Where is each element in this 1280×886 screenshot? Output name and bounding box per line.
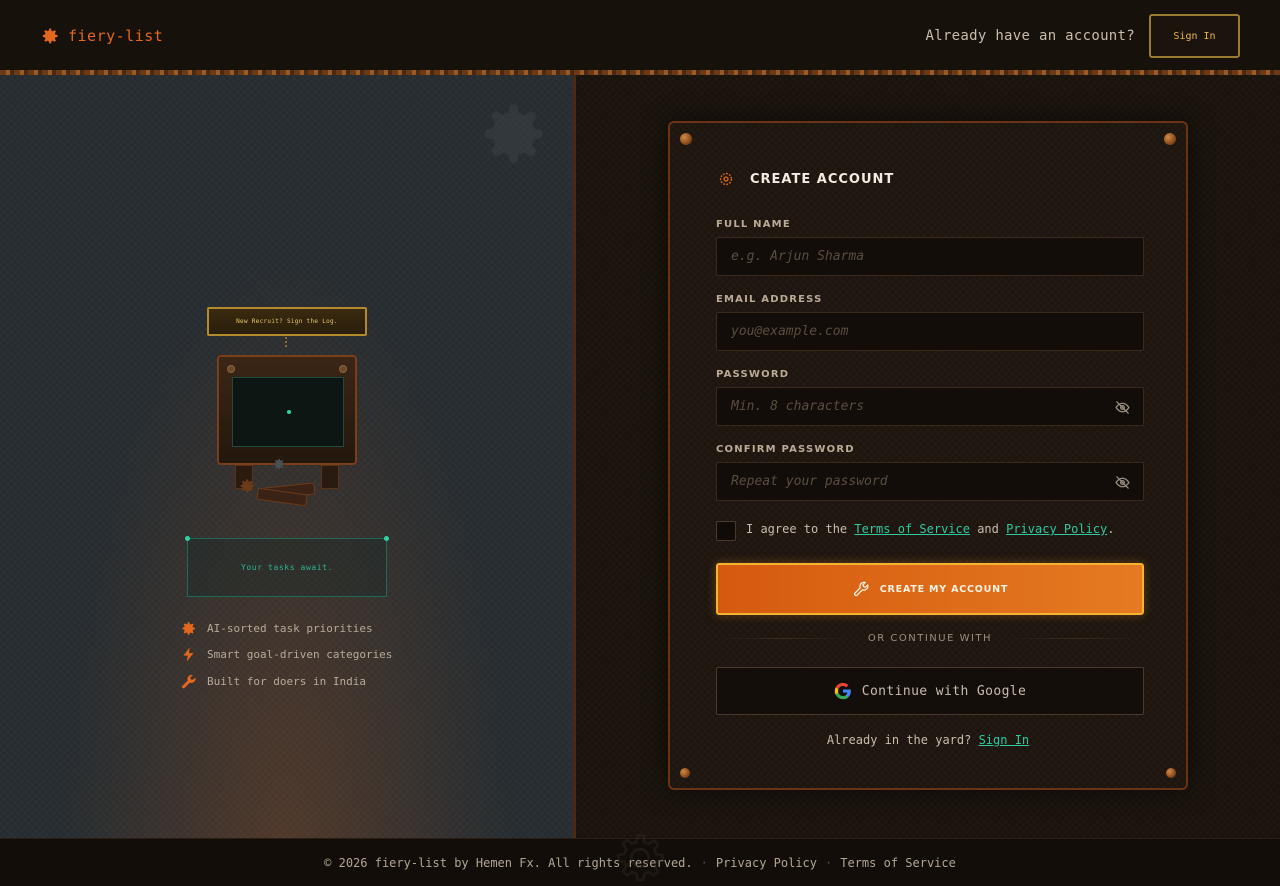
rivet: [227, 365, 235, 373]
brand[interactable]: fiery-list: [40, 26, 163, 46]
gear-icon: [180, 620, 197, 637]
gear-icon: [40, 26, 60, 46]
header-signin-prompt: Already have an account?: [925, 28, 1135, 44]
eye-off-icon[interactable]: [1114, 474, 1131, 491]
confirm-password-input[interactable]: [717, 463, 1143, 500]
create-account-label: CREATE MY ACCOUNT: [879, 583, 1009, 595]
bolt: [680, 768, 690, 778]
terms-middle: and: [969, 522, 1007, 536]
header-signin-button[interactable]: Sign In: [1149, 14, 1240, 58]
signup-card: CREATE ACCOUNT FULL NAME EMAIL ADDRESS P…: [668, 121, 1188, 790]
terms-checkbox[interactable]: [716, 521, 736, 541]
feature-item: AI-sorted task priorities: [180, 615, 392, 642]
screen-cursor: [287, 410, 291, 414]
feature-label: Smart goal-driven categories: [207, 648, 393, 662]
terms-suffix: .: [1107, 522, 1115, 536]
gear-icon: [474, 95, 552, 173]
bolt: [680, 133, 692, 145]
lightning-icon: [180, 646, 197, 663]
google-label: Continue with Google: [861, 683, 1027, 699]
footer-privacy-link[interactable]: Privacy Policy: [716, 856, 817, 870]
bolt: [1164, 133, 1176, 145]
feature-label: Built for doers in India: [207, 674, 366, 688]
privacy-policy-link[interactable]: Privacy Policy: [1006, 522, 1107, 536]
illustration-panel: New Recruit? Sign the Log. Your tasks aw…: [0, 75, 574, 838]
divider-line: [1006, 638, 1144, 639]
sign-chain: [285, 337, 287, 347]
rivet: [339, 365, 347, 373]
terminal-text: Your tasks await.: [240, 563, 334, 572]
divider-line: [716, 638, 854, 639]
signin-prompt: Already in the yard?: [826, 733, 972, 747]
email-input[interactable]: [717, 313, 1143, 350]
feature-list: AI-sorted task priorities Smart goal-dri…: [180, 615, 392, 695]
terms-of-service-link[interactable]: Terms of Service: [854, 522, 970, 536]
confirm-password-label: CONFIRM PASSWORD: [716, 444, 855, 455]
google-icon: [834, 682, 852, 700]
password-input[interactable]: [717, 388, 1143, 425]
footer-separator: ·: [825, 855, 833, 870]
full-name-input[interactable]: [717, 238, 1143, 275]
or-text: OR CONTINUE WITH: [867, 633, 993, 644]
terminal-corner: [384, 536, 389, 541]
gear-icon: [238, 477, 256, 495]
card-title: CREATE ACCOUNT: [750, 171, 895, 187]
footer-terms-link[interactable]: Terms of Service: [840, 856, 956, 870]
bolt: [1166, 768, 1176, 778]
password-field: [716, 387, 1144, 426]
feature-item: Built for doers in India: [180, 668, 392, 695]
confirm-password-field: [716, 462, 1144, 501]
terms-text: I agree to the Terms of Service and Priv…: [746, 520, 1114, 538]
google-signin-button[interactable]: Continue with Google: [716, 667, 1144, 715]
feature-label: AI-sorted task priorities: [207, 621, 373, 635]
wrench-icon: [852, 580, 870, 598]
brand-name: fiery-list: [68, 27, 164, 45]
recruit-sign: New Recruit? Sign the Log.: [207, 307, 367, 336]
terms-agreement: I agree to the Terms of Service and Priv…: [716, 520, 1114, 541]
full-name-field: [716, 237, 1144, 276]
email-label: EMAIL ADDRESS: [716, 294, 823, 305]
monitor-screen: [232, 377, 344, 447]
terminal-corner: [185, 536, 190, 541]
monitor-illustration: [217, 355, 357, 465]
feature-item: Smart goal-driven categories: [180, 642, 392, 669]
gear-icon: [272, 456, 286, 470]
gear-icon: [716, 169, 736, 189]
recruit-sign-text: New Recruit? Sign the Log.: [236, 318, 338, 325]
eye-off-icon[interactable]: [1114, 399, 1131, 416]
gear-icon: [610, 828, 670, 886]
top-bar: fiery-list Already have an account? Sign…: [0, 0, 1280, 72]
terms-prefix: I agree to the: [746, 522, 855, 536]
tasks-terminal: Your tasks await.: [185, 536, 389, 597]
full-name-label: FULL NAME: [716, 219, 791, 230]
email-field: [716, 312, 1144, 351]
create-account-button[interactable]: CREATE MY ACCOUNT: [716, 563, 1144, 615]
signin-link[interactable]: Sign In: [979, 733, 1030, 747]
or-divider: OR CONTINUE WITH: [716, 633, 1144, 644]
wrench-icon: [180, 673, 197, 690]
password-label: PASSWORD: [716, 369, 790, 380]
header-actions: Already have an account? Sign In: [925, 14, 1240, 58]
footer-separator: ·: [700, 855, 708, 870]
signin-prompt-row: Already in the yard? Sign In: [670, 733, 1186, 747]
card-header: CREATE ACCOUNT: [716, 169, 894, 189]
monitor-leg: [321, 465, 339, 489]
